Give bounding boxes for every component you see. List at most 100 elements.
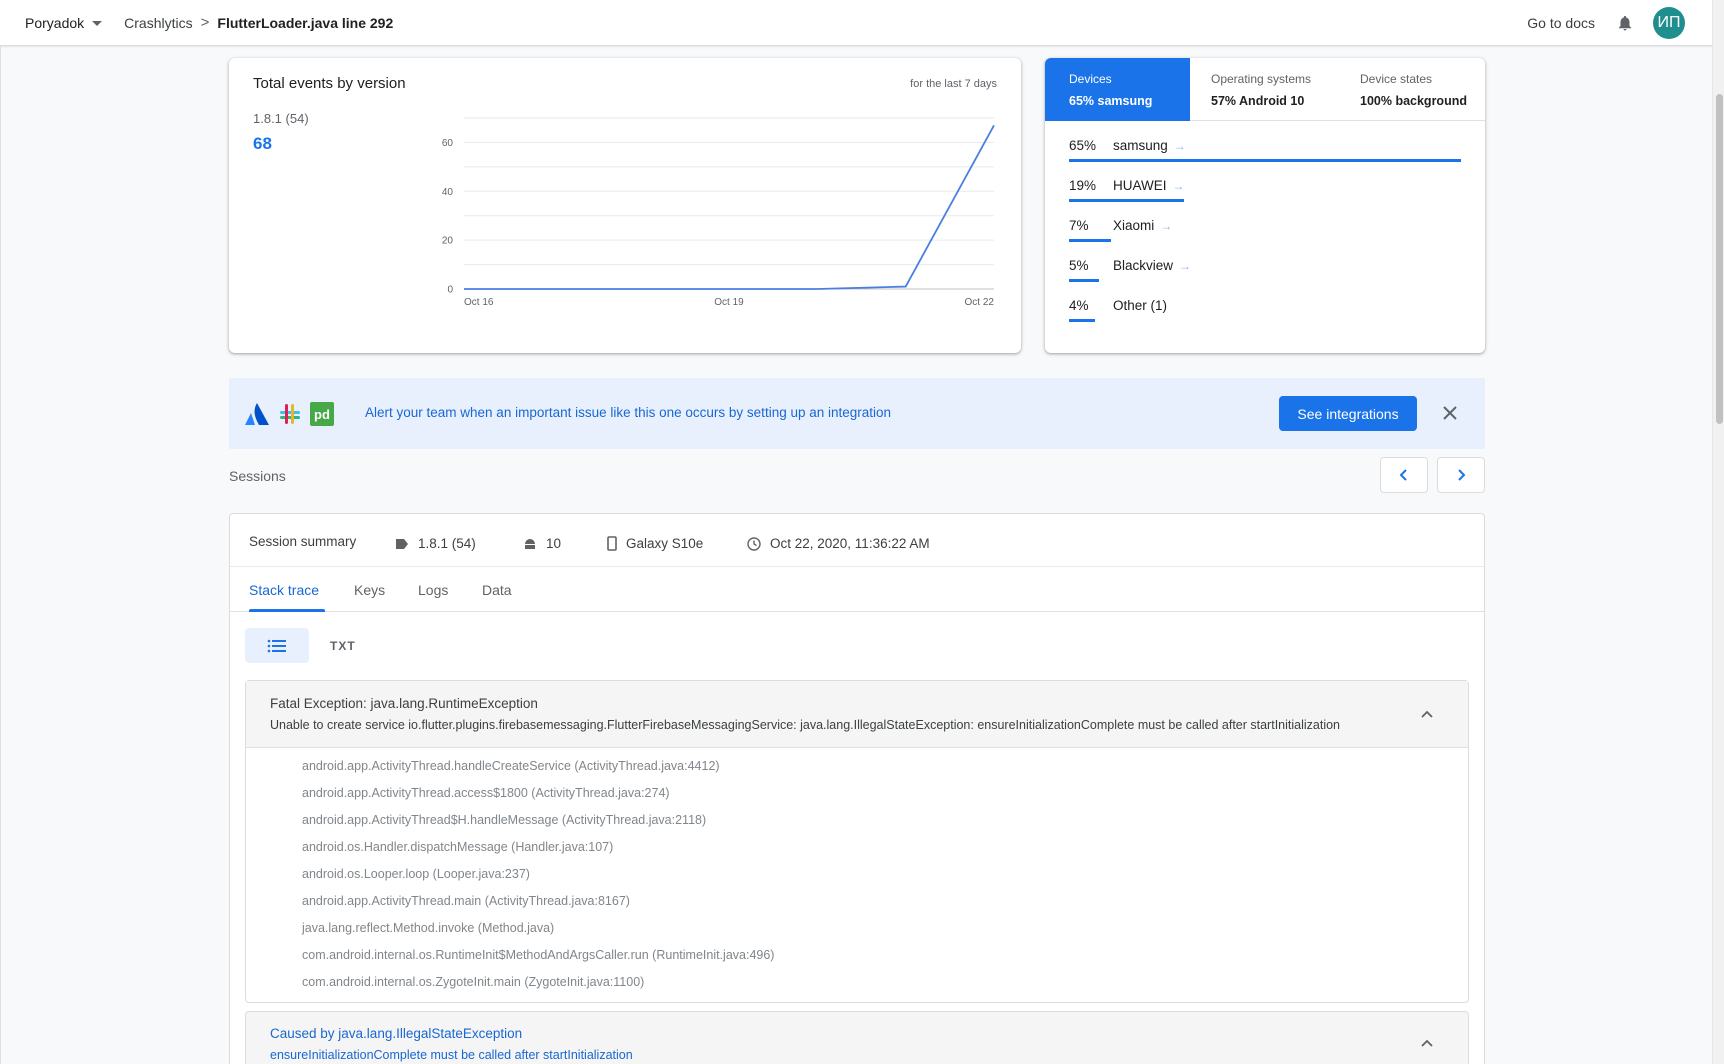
tag-icon	[396, 538, 408, 549]
stack-frame: android.app.ActivityThread.handleCreateS…	[302, 759, 720, 773]
slack-logo-icon	[280, 404, 300, 424]
device-share-percent: 7%	[1069, 218, 1089, 233]
device-share-bar	[1069, 239, 1112, 242]
exception-title: Fatal Exception: java.lang.RuntimeExcept…	[270, 696, 538, 711]
tab-device-states[interactable]: Device states 100% background	[1336, 58, 1482, 121]
session-detail-card: Session summary 1.8.1 (54) 10 Galaxy S10…	[229, 513, 1485, 1064]
tab-devices-label: Devices	[1069, 72, 1112, 86]
tab-devices[interactable]: Devices 65% samsung	[1045, 58, 1190, 121]
page-left-border	[0, 46, 1, 1064]
session-device: Galaxy S10e	[607, 536, 703, 551]
events-by-version-card: Total events by version for the last 7 d…	[229, 58, 1021, 353]
list-icon	[267, 639, 286, 652]
close-icon[interactable]	[1441, 404, 1459, 422]
session-version: 1.8.1 (54)	[395, 536, 476, 551]
arrow-right-icon: →	[1173, 139, 1186, 153]
tab-devices-value: 65% samsung	[1069, 94, 1153, 108]
arrow-right-icon: →	[1160, 219, 1173, 233]
clock-icon	[747, 536, 761, 551]
x-tick-label: Oct 22	[965, 297, 995, 308]
session-summary-bar: Session summary 1.8.1 (54) 10 Galaxy S10…	[230, 514, 1484, 567]
tab-stack-trace[interactable]: Stack trace	[249, 582, 319, 598]
exception-message: Unable to create service io.flutter.plug…	[270, 718, 1341, 732]
tab-os-label: Operating systems	[1211, 72, 1312, 86]
session-timestamp: Oct 22, 2020, 11:36:22 AM	[747, 536, 930, 551]
chevron-up-icon[interactable]	[1420, 709, 1434, 719]
device-share-bar	[1069, 279, 1100, 282]
device-share-bar	[1069, 319, 1095, 322]
integration-alert-banner: pd Alert your team when an important iss…	[229, 378, 1485, 449]
cause-message: ensureInitializationComplete must be cal…	[270, 1048, 633, 1062]
breakdown-tabs: Devices 65% samsung Operating systems 57…	[1045, 58, 1485, 121]
caused-by-block[interactable]: Caused by java.lang.IllegalStateExceptio…	[245, 1011, 1469, 1064]
events-line-chart: 0 20 40 60 Oct 16 Oct 19 Oct 22	[442, 117, 995, 308]
go-to-docs-link[interactable]: Go to docs	[1527, 15, 1595, 31]
previous-session-button[interactable]	[1380, 457, 1428, 493]
top-app-bar: Poryadok Crashlytics > FlutterLoader.jav…	[0, 0, 1712, 46]
list-view-toggle[interactable]	[245, 628, 309, 663]
atlassian-logo-icon	[245, 403, 269, 425]
session-tabs: Stack trace Keys Logs Data	[230, 567, 1484, 612]
android-icon	[525, 538, 535, 549]
device-name-text: Other (1)	[1113, 298, 1168, 313]
device-name: Other (1)	[1113, 298, 1167, 313]
tab-states-value: 100% background	[1360, 94, 1467, 108]
session-os: 10	[523, 536, 561, 551]
device-row[interactable]: 65% samsung →	[1069, 138, 1461, 178]
breadcrumb-separator: >	[200, 14, 210, 31]
tab-states-label: Device states	[1360, 72, 1433, 86]
stack-frame: android.app.ActivityThread.main (Activit…	[302, 894, 630, 908]
device-name: Blackview →	[1113, 258, 1191, 273]
device-row[interactable]: 4% Other (1)	[1069, 298, 1461, 338]
tab-logs[interactable]: Logs	[418, 582, 448, 598]
stack-frame: android.os.Looper.loop (Looper.java:237)	[302, 867, 530, 881]
session-device-value: Galaxy S10e	[626, 536, 704, 551]
stack-frame: android.app.ActivityThread.access$1800 (…	[302, 786, 670, 800]
see-integrations-button[interactable]: See integrations	[1279, 396, 1417, 431]
x-tick-label: Oct 16	[464, 297, 494, 308]
session-timestamp-value: Oct 22, 2020, 11:36:22 AM	[770, 536, 930, 551]
device-share-bar	[1069, 199, 1184, 202]
tab-data[interactable]: Data	[482, 582, 512, 598]
active-tab-indicator	[249, 609, 325, 612]
device-name-text: HUAWEI	[1113, 178, 1167, 193]
sessions-heading: Sessions	[229, 468, 286, 484]
dropdown-caret-icon	[92, 21, 103, 26]
cause-title: Caused by java.lang.IllegalStateExceptio…	[270, 1026, 523, 1041]
y-tick-label: 60	[442, 138, 454, 149]
device-row[interactable]: 5% Blackview →	[1069, 258, 1461, 298]
device-row[interactable]: 7% Xiaomi →	[1069, 218, 1461, 258]
y-tick-label: 20	[442, 236, 454, 247]
session-summary-label: Session summary	[249, 534, 357, 549]
project-name: Poryadok	[25, 14, 85, 31]
device-row[interactable]: 19% HUAWEI →	[1069, 178, 1461, 218]
stack-frame: android.app.ActivityThread$H.handleMessa…	[302, 813, 707, 827]
stack-frames: android.app.ActivityThread.handleCreateS…	[302, 759, 774, 1002]
stack-frame: java.lang.reflect.Method.invoke (Method.…	[302, 921, 555, 935]
exception-header[interactable]: Fatal Exception: java.lang.RuntimeExcept…	[246, 681, 1468, 748]
device-name: HUAWEI →	[1113, 178, 1185, 193]
tab-operating-systems[interactable]: Operating systems 57% Android 10	[1190, 58, 1336, 121]
scrollbar-thumb[interactable]	[1716, 94, 1723, 424]
device-share-percent: 4%	[1069, 298, 1089, 313]
page-scrollbar[interactable]	[1712, 0, 1724, 1064]
notifications-bell-icon[interactable]	[1616, 13, 1634, 33]
user-avatar[interactable]: ИП	[1653, 7, 1685, 39]
project-selector[interactable]: Poryadok	[25, 14, 103, 31]
chevron-up-icon[interactable]	[1420, 1038, 1434, 1048]
device-name-text: Xiaomi	[1113, 218, 1155, 233]
y-tick-label: 40	[442, 187, 454, 198]
breadcrumb-current: FlutterLoader.java line 292	[217, 14, 394, 31]
y-tick-label: 0	[447, 285, 453, 296]
tab-keys[interactable]: Keys	[354, 582, 385, 598]
device-name-text: Blackview	[1113, 258, 1174, 273]
pagerduty-logo-icon: pd	[310, 402, 334, 426]
device-share-bar	[1069, 159, 1461, 162]
device-share-percent: 5%	[1069, 258, 1089, 273]
device-name: Xiaomi →	[1113, 218, 1172, 233]
txt-view-toggle[interactable]: TXT	[330, 639, 356, 653]
device-share-percent: 19%	[1069, 178, 1097, 193]
phone-icon	[607, 536, 617, 551]
breadcrumb-crashlytics[interactable]: Crashlytics	[124, 15, 192, 31]
next-session-button[interactable]	[1437, 457, 1485, 493]
